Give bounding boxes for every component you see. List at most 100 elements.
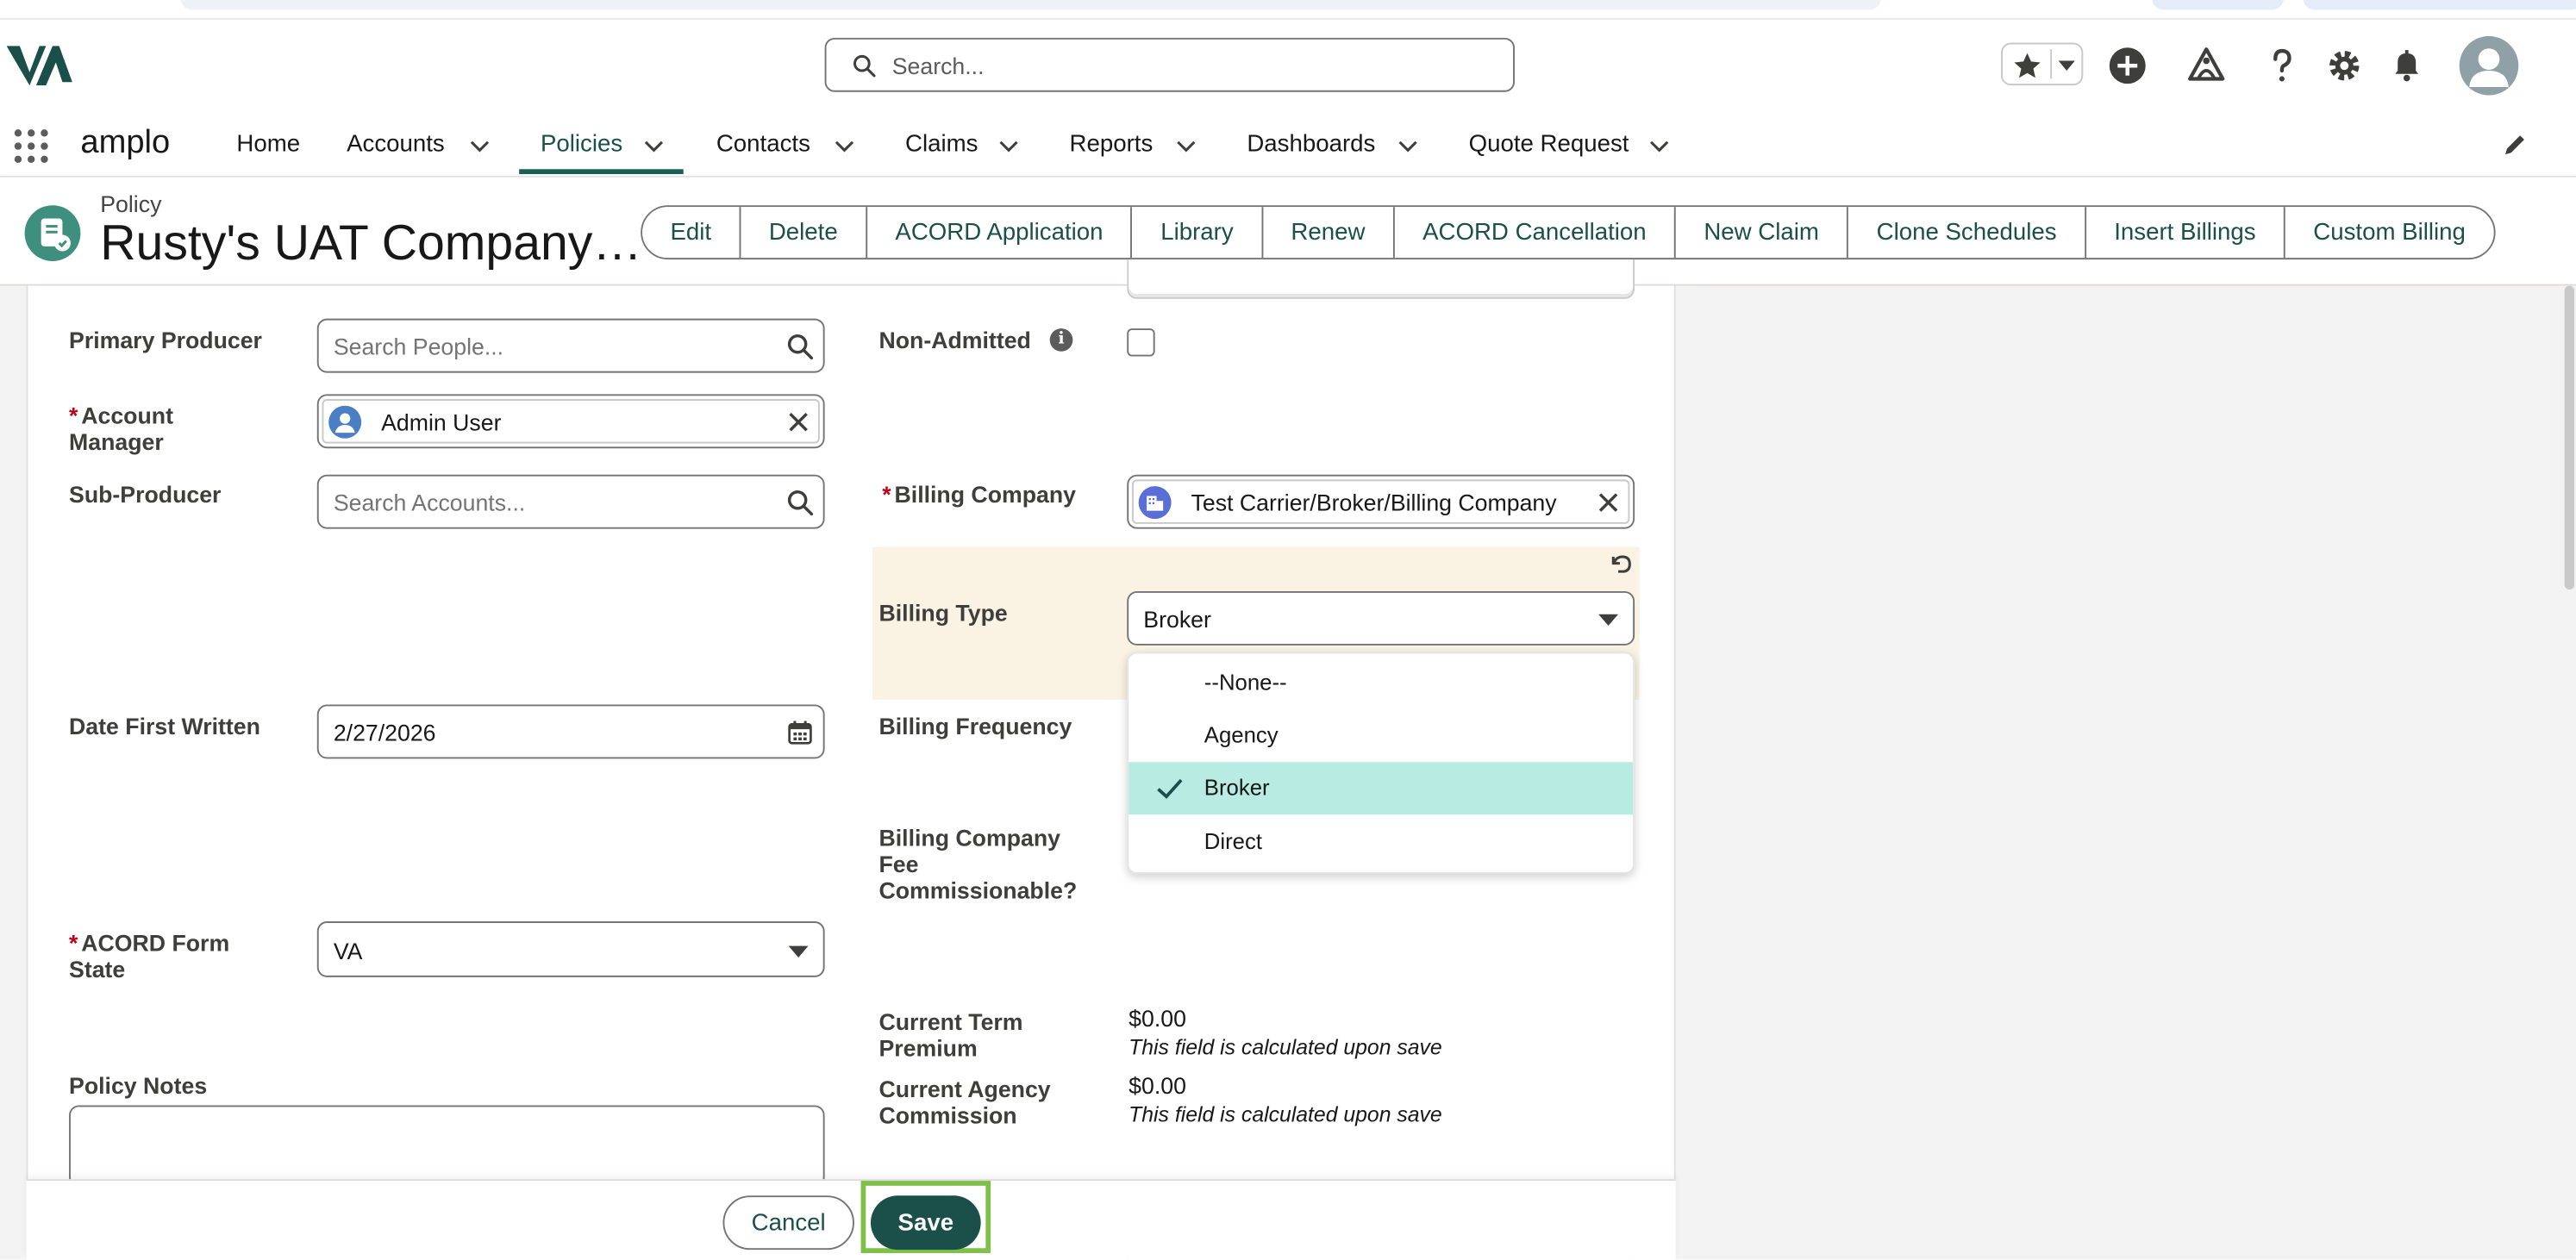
nav-item-quote-request[interactable]: Quote Request bbox=[1469, 131, 1629, 157]
calendar-icon[interactable] bbox=[787, 720, 813, 745]
primary-producer-lookup[interactable]: Search People... bbox=[316, 318, 825, 373]
billing-company-label-text: Billing Company bbox=[894, 481, 1076, 508]
chevron-down-icon[interactable] bbox=[997, 134, 1021, 158]
billing-fee-label-line1: Billing Company bbox=[878, 824, 1060, 851]
insert-billings-button[interactable]: Insert Billings bbox=[2084, 207, 2284, 259]
page-scrollbar[interactable] bbox=[2562, 285, 2576, 1260]
chevron-down-icon[interactable] bbox=[1175, 134, 1198, 158]
nav-item-policies[interactable]: Policies bbox=[541, 131, 622, 157]
new-claim-button[interactable]: New Claim bbox=[1674, 207, 1848, 259]
search-icon bbox=[787, 490, 814, 516]
chevron-down-icon[interactable] bbox=[833, 134, 856, 158]
required-marker: * bbox=[69, 929, 78, 957]
cancel-button[interactable]: Cancel bbox=[722, 1195, 854, 1251]
custom-billing-button[interactable]: Custom Billing bbox=[2283, 207, 2494, 259]
primary-producer-placeholder: Search People... bbox=[333, 333, 504, 360]
clear-selection-icon[interactable] bbox=[1597, 491, 1620, 515]
nav-item-reports[interactable]: Reports bbox=[1070, 131, 1154, 157]
chevron-down-icon[interactable] bbox=[1648, 134, 1671, 158]
policy-record-icon bbox=[24, 205, 81, 261]
help-icon[interactable] bbox=[2262, 46, 2302, 85]
current-term-premium-value: $0.00 bbox=[1129, 1005, 1186, 1032]
edit-button[interactable]: Edit bbox=[642, 207, 740, 259]
library-button[interactable]: Library bbox=[1130, 207, 1262, 259]
policy-notes-textarea[interactable] bbox=[69, 1105, 825, 1188]
acord-form-state-value: VA bbox=[333, 938, 363, 964]
clear-selection-icon[interactable] bbox=[787, 410, 810, 434]
billing-fee-label-line3: Commissionable? bbox=[878, 876, 1078, 904]
delete-button[interactable]: Delete bbox=[739, 207, 866, 259]
current-term-premium-label-line2: Premium bbox=[878, 1034, 978, 1062]
sub-producer-lookup[interactable]: Search Accounts... bbox=[316, 474, 825, 529]
chevron-down-icon[interactable] bbox=[642, 134, 666, 158]
billing-type-select[interactable]: Broker bbox=[1127, 591, 1635, 646]
acord-form-state-label-line2: State bbox=[69, 956, 126, 982]
date-first-written-input[interactable]: 2/27/2026 bbox=[316, 704, 825, 759]
dropdown-option[interactable]: Direct bbox=[1129, 816, 1633, 869]
acord-application-button[interactable]: ACORD Application bbox=[866, 207, 1131, 259]
user-avatar[interactable] bbox=[2459, 35, 2519, 96]
active-tab-indicator bbox=[519, 169, 684, 174]
dropdown-option-label: Broker bbox=[1204, 775, 1270, 801]
undo-icon[interactable] bbox=[1607, 550, 1633, 576]
account-manager-value: Admin User bbox=[381, 409, 502, 435]
info-icon[interactable]: i bbox=[1049, 328, 1073, 352]
global-actions-icon[interactable] bbox=[2108, 46, 2148, 85]
chevron-down-icon[interactable] bbox=[468, 134, 491, 158]
date-first-written-value: 2/27/2026 bbox=[333, 719, 436, 746]
billing-company-label: * Billing Company bbox=[882, 481, 1076, 507]
trailhead-icon[interactable] bbox=[2186, 46, 2226, 85]
account-manager-label-line1: Account bbox=[81, 402, 173, 429]
current-agency-commission-label-line1: Current Agency bbox=[878, 1076, 1051, 1102]
date-first-written-label: Date First Written bbox=[69, 713, 260, 739]
billing-frequency-label: Billing Frequency bbox=[878, 713, 1072, 739]
sub-producer-placeholder: Search Accounts... bbox=[333, 489, 526, 516]
primary-producer-label: Primary Producer bbox=[69, 327, 262, 353]
search-icon bbox=[787, 334, 814, 360]
favorites-button[interactable] bbox=[2001, 42, 2084, 86]
record-actions-group: Edit Delete ACORD Application Library Re… bbox=[641, 205, 2496, 260]
nav-item-dashboards[interactable]: Dashboards bbox=[1247, 131, 1375, 157]
dropdown-option-label: --None-- bbox=[1204, 670, 1287, 695]
user-icon bbox=[328, 405, 362, 439]
save-button[interactable]: Save bbox=[870, 1195, 981, 1251]
gear-icon[interactable] bbox=[2324, 46, 2364, 85]
dropdown-option-label: Direct bbox=[1204, 829, 1263, 854]
dropdown-option-selected[interactable]: Broker bbox=[1129, 762, 1634, 815]
billing-company-lookup[interactable]: Test Carrier/Broker/Billing Company bbox=[1127, 474, 1635, 529]
nav-item-home[interactable]: Home bbox=[236, 131, 300, 157]
clone-schedules-button[interactable]: Clone Schedules bbox=[1847, 207, 2085, 259]
global-search[interactable]: Search... bbox=[824, 37, 1515, 92]
billing-type-value: Broker bbox=[1143, 606, 1211, 633]
account-manager-lookup[interactable]: Admin User bbox=[316, 394, 825, 449]
account-manager-label-line2: Manager bbox=[69, 428, 164, 455]
top-strip bbox=[0, 0, 2576, 20]
acord-form-state-label: * ACORD Form State bbox=[69, 930, 229, 982]
brand-logo-icon[interactable] bbox=[6, 43, 72, 86]
current-term-premium-note: This field is calculated upon save bbox=[1129, 1034, 1442, 1060]
partial-field-above[interactable] bbox=[1127, 259, 1635, 299]
non-admitted-checkbox[interactable] bbox=[1127, 328, 1155, 357]
sub-producer-label: Sub-Producer bbox=[69, 481, 222, 508]
dropdown-option[interactable]: Agency bbox=[1129, 709, 1633, 762]
billing-fee-label-line2: Fee bbox=[878, 851, 919, 877]
record-title: Rusty's UAT Company… bbox=[100, 216, 642, 271]
acord-form-state-select[interactable]: VA bbox=[316, 921, 825, 977]
app-root: Search... amplo Home Accounts Policies C… bbox=[0, 0, 2576, 1260]
dropdown-option[interactable]: --None-- bbox=[1129, 657, 1633, 709]
caret-down-icon bbox=[1598, 614, 1619, 627]
billing-fee-commissionable-label: Billing Company Fee Commissionable? bbox=[878, 825, 1077, 903]
nav-item-contacts[interactable]: Contacts bbox=[716, 131, 810, 157]
nav-item-claims[interactable]: Claims bbox=[905, 131, 978, 157]
app-launcher-icon[interactable] bbox=[13, 128, 49, 165]
edit-nav-pencil-icon[interactable] bbox=[2502, 131, 2528, 157]
user-silhouette-icon bbox=[2469, 48, 2509, 87]
search-placeholder: Search... bbox=[891, 52, 985, 79]
nav-item-accounts[interactable]: Accounts bbox=[347, 131, 445, 157]
renew-button[interactable]: Renew bbox=[1261, 207, 1393, 259]
acord-form-state-label-line1: ACORD Form bbox=[81, 929, 230, 957]
acord-cancellation-button[interactable]: ACORD Cancellation bbox=[1392, 207, 1675, 259]
notifications-bell-icon[interactable] bbox=[2387, 46, 2427, 85]
current-term-premium-label-line1: Current Term bbox=[878, 1008, 1023, 1035]
chevron-down-icon[interactable] bbox=[1397, 134, 1420, 158]
